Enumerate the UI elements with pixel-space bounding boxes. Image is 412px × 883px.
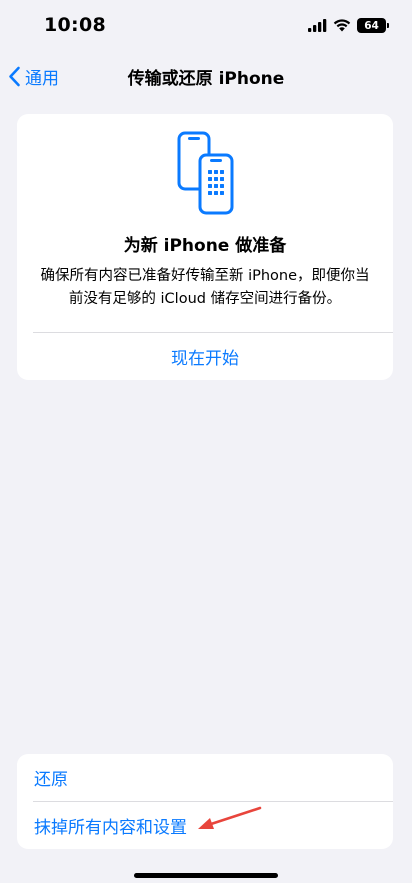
wifi-icon [333, 19, 351, 32]
prepare-new-iphone-card: 为新 iPhone 做准备 确保所有内容已准备好传输至新 iPhone，即便你当… [17, 114, 393, 380]
prepare-card-title: 为新 iPhone 做准备 [123, 236, 287, 256]
home-indicator[interactable] [134, 873, 278, 878]
status-bar: 10:08 64 [0, 0, 412, 54]
reset-button[interactable]: 还原 [17, 754, 393, 801]
phone-transfer-icon [177, 131, 234, 215]
navigation-bar: 通用 传输或还原 iPhone [0, 54, 412, 98]
prepare-card-description: 确保所有内容已准备好传输至新 iPhone，即便你当前没有足够的 iCloud … [40, 268, 370, 307]
page-title: 传输或还原 iPhone [127, 69, 285, 89]
annotation-arrow-icon [198, 806, 262, 829]
battery-icon: 64 [357, 18, 389, 33]
status-time: 10:08 [44, 14, 106, 36]
cellular-signal-icon [308, 19, 327, 32]
start-now-button[interactable]: 现在开始 [17, 333, 393, 380]
status-icons: 64 [308, 18, 389, 33]
battery-level: 64 [364, 19, 379, 32]
